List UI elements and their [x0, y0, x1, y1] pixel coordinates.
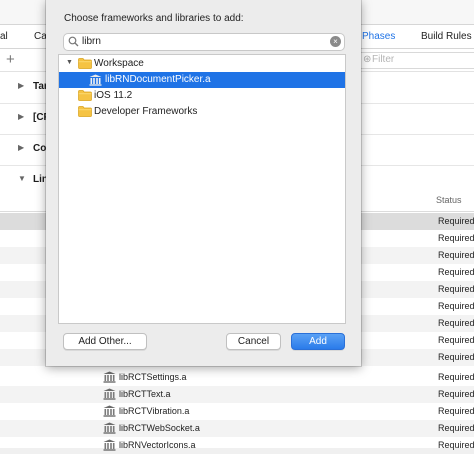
list-item-workspace[interactable]: ▼ Workspace	[59, 56, 345, 72]
status-value[interactable]: Required	[438, 233, 474, 243]
filter-icon: ⊛	[363, 54, 372, 65]
status-value[interactable]: Required	[438, 216, 474, 226]
search-icon	[68, 36, 79, 50]
status-value[interactable]: Required	[438, 440, 474, 450]
item-label: libRNDocumentPicker.a	[105, 74, 211, 85]
disclosure-down-icon[interactable]: ▼	[18, 174, 26, 183]
phase-filter-field[interactable]: ⊛ Filter	[356, 52, 474, 69]
status-value[interactable]: Required	[438, 389, 474, 399]
folder-icon	[78, 106, 92, 120]
library-icon	[103, 439, 116, 451]
status-value[interactable]: Required	[438, 318, 474, 328]
file-name: libRCTVibration.a	[119, 406, 190, 416]
item-label: Developer Frameworks	[94, 106, 198, 117]
library-icon	[103, 422, 116, 434]
status-value[interactable]: Required	[438, 284, 474, 294]
disclosure-down-icon[interactable]: ▼	[66, 59, 73, 66]
filter-placeholder: Filter	[372, 54, 395, 65]
list-item-ios-sdk[interactable]: iOS 11.2	[59, 88, 345, 104]
table-row[interactable]: libRNVectorIcons.a Required	[0, 437, 474, 454]
disclosure-right-icon[interactable]: ▶	[18, 112, 24, 121]
clear-search-icon[interactable]: ×	[330, 36, 341, 47]
disclosure-right-icon[interactable]: ▶	[18, 81, 24, 90]
library-icon	[103, 405, 116, 417]
table-row[interactable]: libRCTSettings.a Required	[0, 369, 474, 386]
add-other-button[interactable]: Add Other...	[63, 333, 147, 350]
library-icon	[103, 388, 116, 400]
tab-build-phases[interactable]: Phases	[362, 31, 395, 42]
search-input[interactable]: librn	[82, 36, 101, 47]
dialog-title: Choose frameworks and libraries to add:	[64, 13, 244, 24]
file-name: libRCTSettings.a	[119, 372, 187, 382]
item-label: iOS 11.2	[94, 90, 133, 101]
folder-icon	[78, 90, 92, 104]
status-value[interactable]: Required	[438, 335, 474, 345]
cancel-button[interactable]: Cancel	[226, 333, 281, 350]
status-value[interactable]: Required	[438, 423, 474, 433]
item-label: Workspace	[94, 58, 144, 69]
disclosure-right-icon[interactable]: ▶	[18, 143, 24, 152]
tab-general[interactable]: al	[0, 31, 8, 42]
table-row[interactable]: libRCTText.a Required	[0, 386, 474, 403]
status-value[interactable]: Required	[438, 406, 474, 416]
folder-icon	[78, 58, 92, 72]
file-name: libRNVectorIcons.a	[119, 440, 196, 450]
file-name: libRCTWebSocket.a	[119, 423, 200, 433]
list-item-librndocumentpicker[interactable]: libRNDocumentPicker.a	[59, 72, 345, 88]
tab-capabilities[interactable]: Ca	[34, 31, 47, 42]
status-column-header[interactable]: Status	[436, 195, 462, 205]
status-value[interactable]: Required	[438, 267, 474, 277]
table-row[interactable]: libRCTVibration.a Required	[0, 403, 474, 420]
list-item-developer-frameworks[interactable]: Developer Frameworks	[59, 104, 345, 120]
status-value[interactable]: Required	[438, 372, 474, 382]
library-icon	[89, 74, 102, 89]
status-value[interactable]: Required	[438, 250, 474, 260]
file-name: libRCTText.a	[119, 389, 171, 399]
library-search-field[interactable]: librn ×	[63, 33, 345, 51]
section-label: Co	[33, 143, 47, 154]
status-value[interactable]: Required	[438, 301, 474, 311]
add-frameworks-dialog: Choose frameworks and libraries to add: …	[46, 0, 361, 366]
table-row[interactable]: libRCTWebSocket.a Required	[0, 420, 474, 437]
tab-build-rules[interactable]: Build Rules	[421, 31, 472, 42]
add-build-phase-button[interactable]: +	[6, 51, 15, 68]
add-button[interactable]: Add	[291, 333, 345, 350]
library-list[interactable]: ▼ Workspace libRNDocumentPicker.a iOS 11…	[58, 54, 346, 324]
library-icon	[103, 371, 116, 383]
status-value[interactable]: Required	[438, 352, 474, 362]
